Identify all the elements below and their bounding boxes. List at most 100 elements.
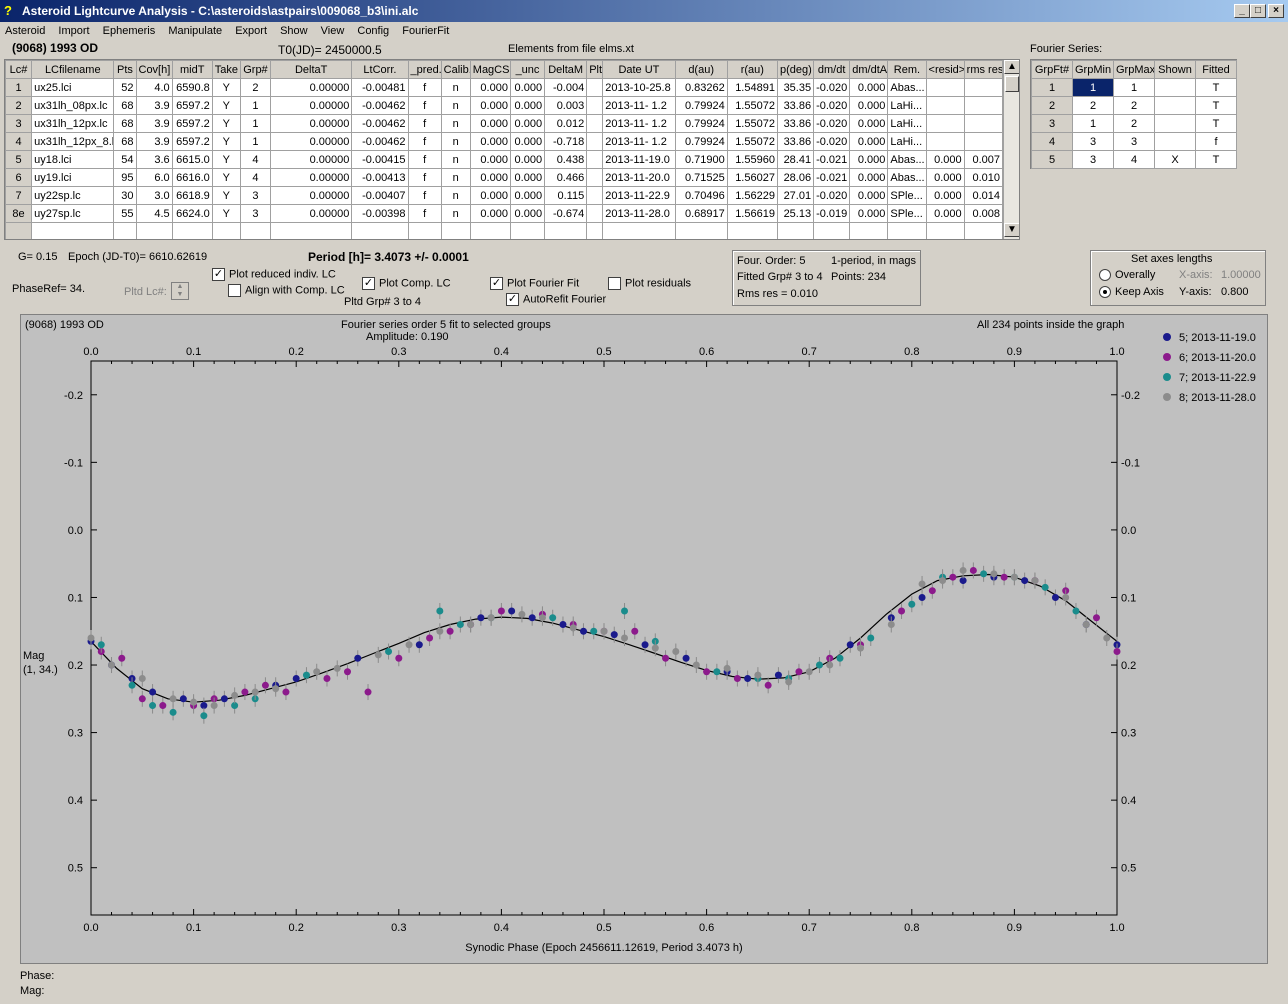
menu-view[interactable]: View	[316, 22, 350, 37]
fourier-cell[interactable]: 2	[1113, 114, 1155, 133]
column-header[interactable]: rms res	[963, 60, 1004, 79]
table-cell[interactable]: -0.020	[813, 78, 851, 97]
keep-axis-radio[interactable]: Keep Axis	[1099, 286, 1164, 299]
table-cell[interactable]: 0.00000	[270, 114, 353, 133]
table-cell[interactable]: Y	[211, 114, 241, 133]
table-cell[interactable]: -0.00462	[351, 96, 409, 115]
table-cell[interactable]: -0.00462	[351, 132, 409, 151]
table-cell[interactable]: 0.010	[963, 168, 1004, 187]
fourier-cell[interactable]	[1154, 78, 1196, 97]
table-cell[interactable]: -0.020	[813, 186, 851, 205]
fourier-cell[interactable]: T	[1195, 96, 1237, 115]
table-row[interactable]: 1 ux25.lci 52 4.0 6590.8 Y 2 0.00000 -0.00481 f n 0…	[5, 78, 1004, 97]
table-cell[interactable]: 0.71900	[674, 150, 728, 169]
table-cell[interactable]: 0.000	[509, 168, 546, 187]
table-cell[interactable]: ux31lh_08px.lc	[31, 96, 115, 115]
table-cell[interactable]: -0.004	[544, 78, 588, 97]
table-cell[interactable]: 0.79924	[674, 132, 728, 151]
fourier-cell[interactable]: 2	[1072, 96, 1114, 115]
menu-import[interactable]: Import	[53, 22, 94, 37]
empty-cell[interactable]	[270, 222, 353, 239]
row-header[interactable]: 4	[1031, 132, 1073, 151]
table-cell[interactable]: -0.00413	[351, 168, 409, 187]
row-header[interactable]: 2	[5, 96, 33, 115]
empty-cell[interactable]	[440, 222, 471, 239]
table-cell[interactable]: 0.000	[469, 150, 511, 169]
table-cell[interactable]: 1.55072	[726, 96, 778, 115]
fourier-cell[interactable]	[1154, 114, 1196, 133]
table-cell[interactable]: 1	[239, 96, 272, 115]
table-cell[interactable]: 0.00000	[270, 78, 353, 97]
row-header[interactable]: 2	[1031, 96, 1073, 115]
table-cell[interactable]: Y	[211, 132, 241, 151]
fourier-row[interactable]: 111T	[1031, 78, 1237, 97]
fourier-cell[interactable]	[1154, 96, 1196, 115]
table-cell[interactable]: 0.00000	[270, 204, 353, 223]
table-cell[interactable]: 2	[239, 78, 272, 97]
fourier-cell[interactable]: 3	[1072, 150, 1114, 169]
table-cell[interactable]: 0.000	[469, 78, 511, 97]
fourier-column-header[interactable]: GrpMax	[1113, 60, 1155, 79]
minimize-button[interactable]: _	[1234, 4, 1250, 18]
table-cell[interactable]: f	[407, 150, 442, 169]
table-cell[interactable]: 6616.0	[171, 168, 213, 187]
table-cell[interactable]: Abas...	[887, 168, 927, 187]
fourier-row[interactable]: 312 T	[1031, 114, 1237, 133]
menu-export[interactable]: Export	[230, 22, 272, 37]
menu-ephemeris[interactable]: Ephemeris	[98, 22, 161, 37]
plot-comp-checkbox[interactable]: ✓ Plot Comp. LC	[362, 277, 451, 290]
table-cell[interactable]: n	[440, 186, 471, 205]
fourier-cell[interactable]: T	[1195, 78, 1237, 97]
fourier-cell[interactable]: X	[1154, 150, 1196, 169]
column-header[interactable]: DeltaM	[544, 60, 588, 79]
table-cell[interactable]: 3.0	[135, 186, 173, 205]
fourier-column-header[interactable]: Fitted	[1195, 60, 1237, 79]
table-cell[interactable]: LaHi...	[887, 96, 927, 115]
table-cell[interactable]: 1.56619	[726, 204, 778, 223]
table-cell[interactable]: 0.000	[509, 114, 546, 133]
table-cell[interactable]: 33.86	[776, 96, 815, 115]
table-cell[interactable]: 3.9	[135, 132, 173, 151]
table-cell[interactable]: n	[440, 132, 471, 151]
table-row[interactable]: 3 ux31lh_12px.lc 68 3.9 6597.2 Y 1 0.00000 -0.00…	[5, 114, 1004, 133]
empty-cell[interactable]	[849, 222, 889, 239]
menu-fourierfit[interactable]: FourierFit	[397, 22, 454, 37]
column-header[interactable]: Grp#	[239, 60, 272, 79]
fourier-row[interactable]: 534XT	[1031, 150, 1237, 169]
table-cell[interactable]: 6624.0	[171, 204, 213, 223]
table-cell[interactable]: -0.00398	[351, 204, 409, 223]
table-cell[interactable]: 0.000	[849, 132, 889, 151]
column-header[interactable]: Date UT	[602, 60, 676, 79]
scroll-up-icon[interactable]: ▲	[1004, 60, 1019, 74]
column-header[interactable]: MagCS	[469, 60, 511, 79]
empty-cell[interactable]	[135, 222, 173, 239]
column-header[interactable]: Lc#	[5, 60, 33, 79]
row-header[interactable]: 8e	[5, 204, 33, 223]
table-row[interactable]: 8e uy27sp.lc 55 4.5 6624.0 Y 3 0.00000 -0.00398 f…	[5, 204, 1004, 223]
row-header[interactable]: 1	[5, 78, 33, 97]
table-cell[interactable]: 2013-11-28.0	[602, 204, 676, 223]
table-cell[interactable]: 4	[239, 150, 272, 169]
column-header[interactable]: Take	[211, 60, 241, 79]
empty-cell[interactable]	[469, 222, 511, 239]
table-cell[interactable]: 68	[113, 96, 137, 115]
table-cell[interactable]: Y	[211, 186, 241, 205]
table-cell[interactable]: 0.00000	[270, 96, 353, 115]
table-cell[interactable]: 2013-11-20.0	[602, 168, 676, 187]
overally-radio[interactable]: Overally	[1099, 269, 1155, 282]
table-cell[interactable]: 33.86	[776, 132, 815, 151]
yaxis-input[interactable]: 0.800	[1221, 286, 1249, 298]
table-cell[interactable]: -0.019	[813, 204, 851, 223]
table-cell[interactable]: 0.79924	[674, 114, 728, 133]
fourier-column-header[interactable]: GrpFt#	[1031, 60, 1073, 79]
table-cell[interactable]	[925, 96, 965, 115]
table-cell[interactable]	[586, 114, 604, 133]
table-cell[interactable]: Y	[211, 168, 241, 187]
table-cell[interactable]: 0.71525	[674, 168, 728, 187]
table-cell[interactable]: 0.012	[544, 114, 588, 133]
column-header[interactable]: dm/dtA	[849, 60, 889, 79]
table-cell[interactable]: 6590.8	[171, 78, 213, 97]
table-cell[interactable]	[963, 114, 1004, 133]
table-cell[interactable]: 1.56229	[726, 186, 778, 205]
table-cell[interactable]: f	[407, 186, 442, 205]
